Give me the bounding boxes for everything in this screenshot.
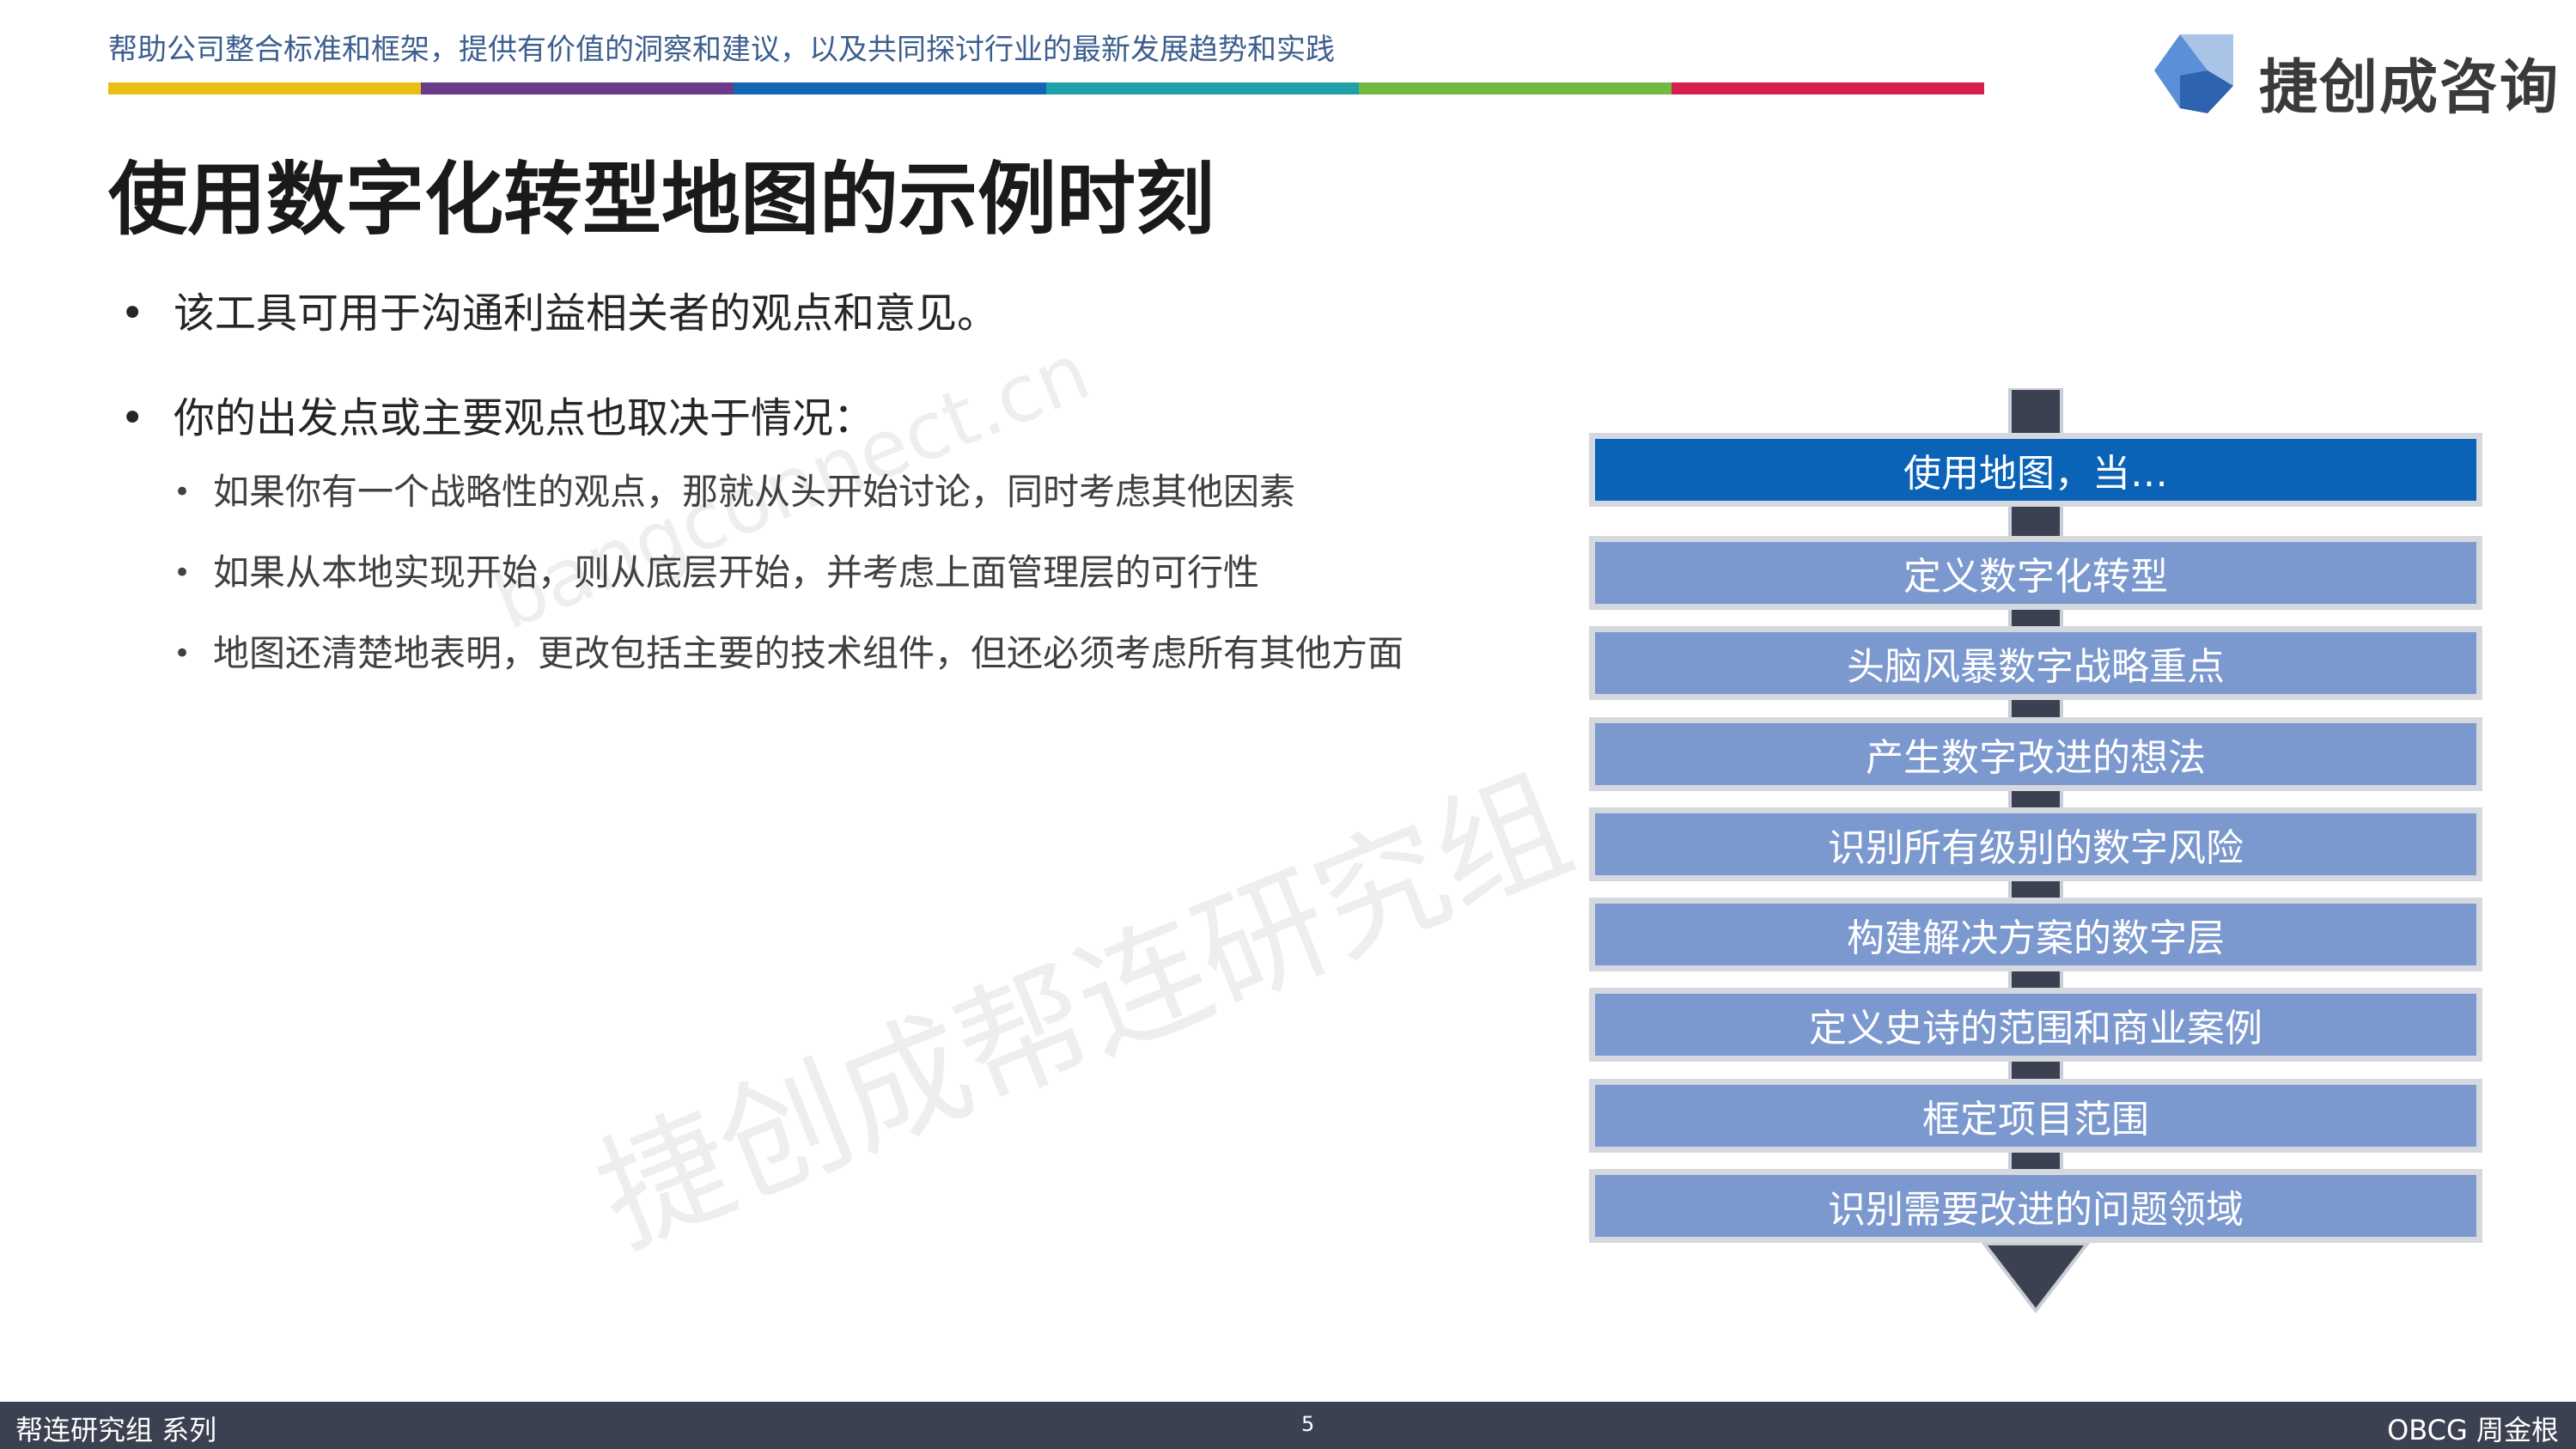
color-bar-segment-green [1359,82,1672,94]
color-bar-segment-blue [734,82,1046,94]
digital-map-diagram: 使用地图，当… 定义数字化转型 头脑风暴数字战略重点 产生数字改进的想法 识别所… [1589,388,2482,1316]
color-bar-segment-purple [421,82,734,94]
header-tagline: 帮助公司整合标准和框架，提供有价值的洞察和建议，以及共同探讨行业的最新发展趋势和… [108,33,1335,67]
bullet-list: 该工具可用于沟通利益相关者的观点和意见。 你的出发点或主要观点也取决于情况： 如… [120,283,1512,708]
sub-bullet-item: 如果你有一个战略性的观点，那就从头开始讨论，同时考虑其他因素 [174,466,1512,519]
footer-author: OBCG 周金根 [2387,1414,2559,1446]
diagram-step: 框定项目范围 [1589,1079,2482,1153]
cube-icon [2154,34,2233,113]
diagram-step: 构建解决方案的数字层 [1589,898,2482,971]
diagram-step: 定义数字化转型 [1589,536,2482,610]
page-title: 使用数字化转型地图的示例时刻 [108,154,1215,246]
color-bar-segment-teal [1046,82,1359,94]
diagram-step: 识别所有级别的数字风险 [1589,807,2482,881]
bullet-item: 该工具可用于沟通利益相关者的观点和意见。 [120,283,1512,344]
diagram-step: 定义史诗的范围和商业案例 [1589,988,2482,1062]
logo-text: 捷创成咨询 [2259,54,2561,122]
color-bar-segment-red [1672,82,1984,94]
diagram-step: 产生数字改进的想法 [1589,717,2482,791]
sub-bullet-item: 如果从本地实现开始，则从底层开始，并考虑上面管理层的可行性 [174,546,1512,600]
diagram-step: 识别需要改进的问题领域 [1589,1169,2482,1243]
company-logo: 捷创成咨询 [2147,31,2558,122]
sub-bullet-item: 地图还清楚地表明，更改包括主要的技术组件，但还必须考虑所有其他方面 [174,627,1512,680]
diagram-step: 头脑风暴数字战略重点 [1589,626,2482,700]
watermark-text: 捷创成帮连研究组 [578,749,1590,1275]
footer-bar: 帮连研究组 系列 5 OBCG 周金根 [0,1402,2576,1449]
bullet-item: 你的出发点或主要观点也取决于情况： [120,388,1512,448]
footer-series: 帮连研究组 系列 [15,1414,217,1446]
page-number: 5 [1301,1412,1315,1436]
diagram-header: 使用地图，当… [1589,433,2482,507]
color-bar-segment-yellow [108,82,421,94]
header-color-bar [108,82,1984,94]
